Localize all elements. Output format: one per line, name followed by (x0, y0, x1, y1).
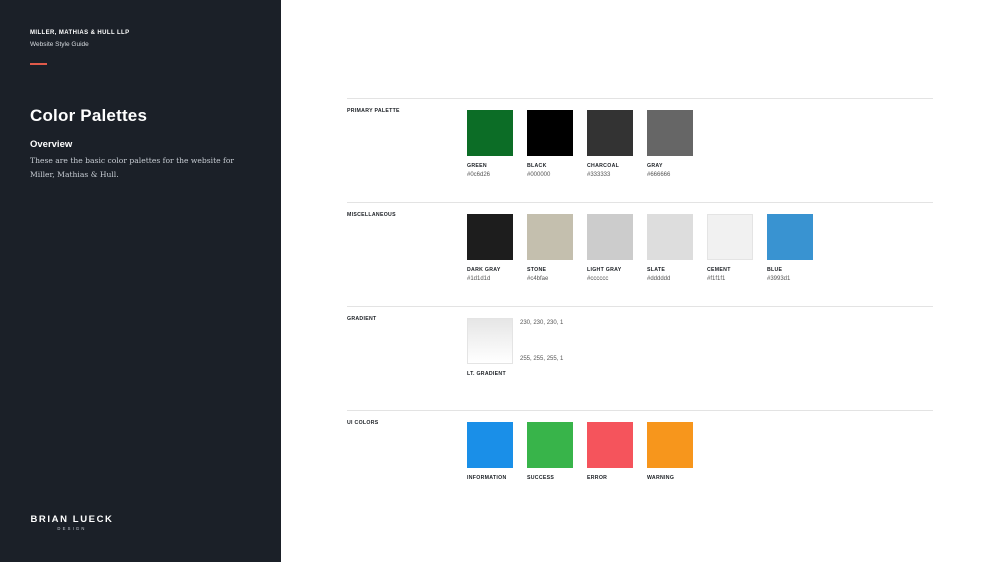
section-label: GRADIENT (347, 316, 377, 322)
swatch-hex: #000000 (527, 172, 551, 178)
swatch-name: SUCCESS (527, 475, 555, 481)
section-label: MISCELLANEOUS (347, 212, 396, 218)
swatch-hex: #1d1d1d (467, 276, 491, 282)
swatch-name: BLUE (767, 267, 783, 273)
miscellaneous-section: MISCELLANEOUS DARK GRAY #1d1d1d STONE #c… (347, 202, 933, 282)
swatch-warning: WARNING (647, 422, 693, 481)
gradient-chip (467, 318, 513, 364)
primary-palette-section: PRIMARY PALETTE GREEN #0c6d26 BLACK #000… (347, 98, 933, 178)
section-label: PRIMARY PALETTE (347, 108, 400, 114)
color-chip (587, 110, 633, 156)
color-chip (467, 214, 513, 260)
swatch-black: BLACK #000000 (527, 110, 573, 178)
swatch-name: WARNING (647, 475, 675, 481)
swatch-lt-gradient: LT. GRADIENT (467, 318, 513, 377)
color-chip (467, 110, 513, 156)
swatch-name: LT. GRADIENT (467, 371, 506, 377)
swatch-hex: #dddddd (647, 276, 671, 282)
swatch-hex: #3993d1 (767, 276, 791, 282)
color-chip (647, 214, 693, 260)
swatch-name: BLACK (527, 163, 547, 169)
company-name: MILLER, MATHIAS & HULL LLP (30, 30, 130, 36)
swatch-light-gray: LIGHT GRAY #cccccc (587, 214, 633, 282)
page-title: Color Palettes (30, 106, 148, 125)
color-chip (467, 422, 513, 468)
swatch-name: LIGHT GRAY (587, 267, 622, 273)
swatch-slate: SLATE #dddddd (647, 214, 693, 282)
swatch-hex: #c4bfae (527, 276, 549, 282)
swatch-dark-gray: DARK GRAY #1d1d1d (467, 214, 513, 282)
swatch-blue: BLUE #3993d1 (767, 214, 813, 282)
color-chip (707, 214, 753, 260)
swatch-name: GRAY (647, 163, 663, 169)
swatch-information: INFORMATION (467, 422, 513, 481)
ui-colors-section: UI COLORS INFORMATION SUCCESS ERROR WARN… (347, 410, 933, 481)
color-chip (527, 422, 573, 468)
sidebar: MILLER, MATHIAS & HULL LLP Website Style… (0, 0, 281, 562)
color-chip (527, 110, 573, 156)
swatch-error: ERROR (587, 422, 633, 481)
swatch-gray: GRAY #666666 (647, 110, 693, 178)
swatch-hex: #f1f1f1 (707, 276, 726, 282)
swatch-charcoal: CHARCOAL #333333 (587, 110, 633, 178)
swatch-hex: #0c6d26 (467, 172, 491, 178)
swatch-stone: STONE #c4bfae (527, 214, 573, 282)
color-chip (527, 214, 573, 260)
brand-logo-sub: DESIGN (57, 526, 87, 531)
swatch-name: ERROR (587, 475, 608, 481)
swatch-hex: #666666 (647, 172, 671, 178)
accent-divider (30, 63, 47, 65)
swatch-name: SLATE (647, 267, 666, 273)
gradient-end-value: 255, 255, 255, 1 (520, 356, 564, 362)
swatch-name: DARK GRAY (467, 267, 501, 273)
swatch-hex: #cccccc (587, 276, 609, 282)
color-chip (587, 214, 633, 260)
color-chip (587, 422, 633, 468)
swatch-name: CHARCOAL (587, 163, 620, 169)
color-chip (647, 422, 693, 468)
guide-subtitle: Website Style Guide (30, 41, 89, 48)
color-chip (647, 110, 693, 156)
gradient-start-value: 230, 230, 230, 1 (520, 320, 564, 326)
brand-logo-name: BRIAN LUECK (30, 514, 114, 525)
swatch-name: GREEN (467, 163, 487, 169)
swatch-name: STONE (527, 267, 547, 273)
swatch-name: CEMENT (707, 267, 731, 273)
swatch-name: INFORMATION (467, 475, 507, 481)
gradient-section: GRADIENT LT. GRADIENT 230, 230, 230, 1 2… (347, 306, 933, 377)
swatch-green: GREEN #0c6d26 (467, 110, 513, 178)
swatch-hex: #333333 (587, 172, 611, 178)
swatch-success: SUCCESS (527, 422, 573, 481)
overview-heading: Overview (30, 139, 73, 150)
swatch-cement: CEMENT #f1f1f1 (707, 214, 753, 282)
overview-text: These are the basic color palettes for t… (30, 156, 235, 179)
section-label: UI COLORS (347, 420, 379, 426)
color-chip (767, 214, 813, 260)
